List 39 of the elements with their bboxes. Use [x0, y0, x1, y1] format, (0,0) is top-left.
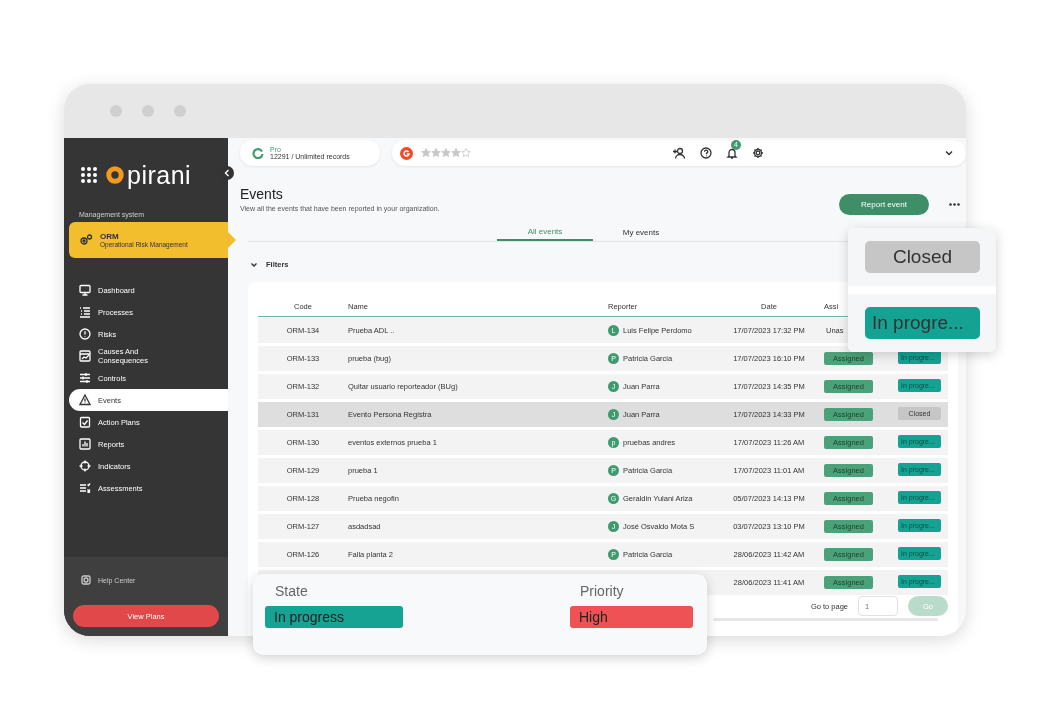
state-tag: In progress	[265, 606, 403, 628]
more-icon[interactable]	[949, 203, 960, 206]
help-icon[interactable]	[700, 147, 712, 159]
status-option[interactable]: In progre...	[865, 307, 980, 339]
tab[interactable]: My events	[593, 223, 689, 241]
chart-icon	[79, 438, 91, 450]
list-icon	[79, 306, 91, 318]
priority-tag: High	[570, 606, 693, 628]
monitor-icon	[79, 284, 91, 296]
clipboard-check-icon	[79, 416, 91, 428]
chevron-left-icon	[224, 169, 230, 177]
window-dot-icon	[142, 105, 154, 117]
crosshair-icon	[79, 460, 91, 472]
settings-icon[interactable]	[752, 147, 764, 159]
app-grid-icon[interactable]	[80, 166, 98, 184]
alert-circle-icon	[79, 328, 91, 340]
report-event-button[interactable]: Report event	[839, 194, 929, 215]
bell-icon[interactable]	[726, 147, 738, 159]
field-label: State	[274, 583, 309, 599]
add-user-icon[interactable]	[672, 147, 686, 159]
page-title: Events	[240, 186, 284, 202]
sliders-icon	[79, 372, 91, 384]
gears-icon	[79, 233, 93, 247]
status-option[interactable]: Closed	[865, 241, 980, 273]
window-dot-icon	[174, 105, 186, 117]
lifebuoy-icon	[81, 575, 91, 585]
refresh-icon	[252, 147, 264, 159]
chevron-down-icon[interactable]	[944, 149, 954, 157]
warning-icon	[79, 394, 91, 406]
rating-stars-icon	[421, 148, 471, 158]
ring-logo-icon	[106, 166, 124, 184]
review-logo-icon	[400, 146, 413, 160]
chevron-down-icon	[250, 261, 258, 268]
field-label: Priority	[579, 583, 625, 599]
checklist-icon	[79, 482, 91, 494]
tab[interactable]: All events	[497, 223, 593, 241]
window-dot-icon	[110, 105, 122, 117]
form-icon	[79, 350, 91, 362]
brand-name: pirani	[127, 162, 192, 188]
